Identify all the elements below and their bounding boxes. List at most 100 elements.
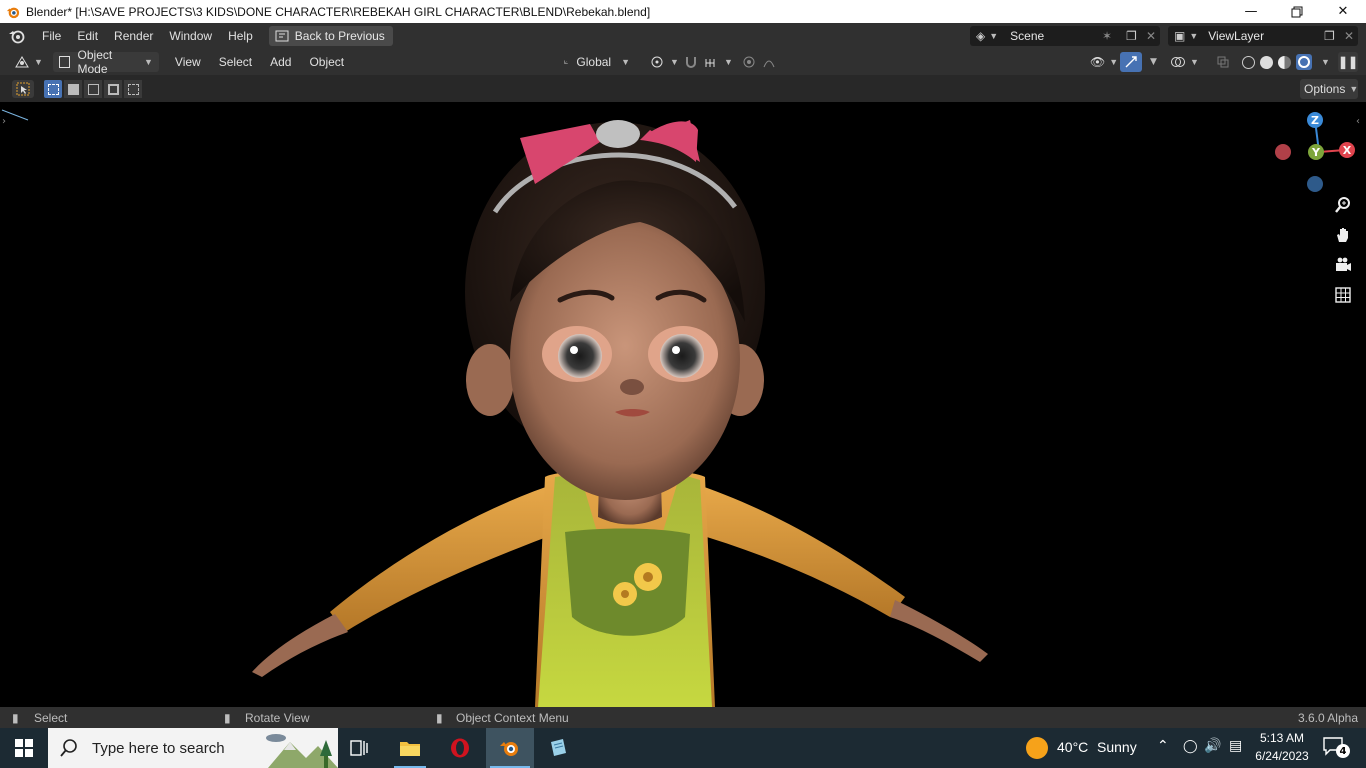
sidebar-toggle[interactable]: ❚❚ [1338, 52, 1358, 72]
menu-window[interactable]: Window [161, 25, 220, 47]
clock-date[interactable]: 6/24/2023 [1252, 749, 1312, 763]
restore-button[interactable] [1274, 0, 1320, 23]
gizmo-y-axis[interactable]: Y [1308, 144, 1324, 160]
task-view-button[interactable] [336, 728, 384, 768]
sidebar-expand-icon[interactable]: ‹ [1356, 116, 1360, 127]
scene-selector[interactable]: ◈ ▼ Scene ✶ ❐ ✕ [970, 26, 1160, 46]
wireframe-shading-icon[interactable] [1242, 55, 1255, 69]
chevron-down-icon: ▼ [1189, 31, 1199, 41]
restore-icon [1291, 6, 1303, 17]
solid-shading-icon[interactable] [1260, 55, 1273, 69]
start-button[interactable] [0, 728, 48, 768]
weather-desc[interactable]: Sunny [1097, 739, 1137, 755]
status-context-menu: Object Context Menu [456, 710, 569, 725]
chevron-down-icon: ▼ [1190, 57, 1199, 67]
gizmo-z-axis[interactable]: Z [1307, 112, 1323, 128]
chevron-down-icon: ▼ [1321, 57, 1330, 67]
back-to-previous-button[interactable]: Back to Previous [268, 26, 393, 46]
blender-taskbar-button[interactable] [486, 728, 534, 768]
view-layer-selector[interactable]: ▣ ▼ ViewLayer ❐ ✕ [1168, 26, 1358, 46]
sun-icon[interactable] [1026, 737, 1048, 759]
app-taskbar-button[interactable] [534, 728, 582, 768]
volume-icon[interactable]: 🔊 [1204, 738, 1221, 754]
active-tool-button[interactable] [12, 80, 34, 98]
weather-temp[interactable]: 40°C [1057, 739, 1088, 755]
camera-view-button[interactable] [1332, 254, 1354, 276]
falloff-curve-icon [763, 60, 775, 68]
proportional-edit-icon [743, 56, 755, 68]
transform-orientation-selector[interactable]: Global ▼ [558, 52, 636, 72]
clock-time[interactable]: 5:13 AM [1258, 731, 1306, 745]
intersect-selection-icon[interactable] [124, 80, 142, 98]
menu-select[interactable]: Select [213, 52, 258, 72]
hand-icon [1337, 228, 1348, 242]
eye-icon: 👁 [1090, 55, 1106, 69]
blender-taskbar-icon [500, 742, 518, 756]
opera-icon [451, 738, 469, 758]
pin-icon[interactable]: ✶ [1102, 29, 1112, 43]
gizmo-toggle[interactable] [1120, 52, 1142, 72]
task-view-icon [350, 740, 368, 756]
character-render [1, 109, 988, 707]
notification-badge: 4 [1336, 744, 1350, 758]
opera-button[interactable] [436, 728, 484, 768]
meet-now-icon[interactable]: ◯ [1183, 739, 1198, 754]
menu-edit[interactable]: Edit [69, 25, 106, 47]
menu-view[interactable]: View [169, 52, 207, 72]
mode-selector[interactable]: Object Mode ▼ [52, 48, 159, 76]
subtract-selection-icon[interactable] [84, 80, 102, 98]
gizmo-icon [1125, 56, 1137, 68]
new-scene-icon[interactable]: ❐ [1126, 29, 1137, 43]
selection-mode-group [44, 80, 142, 98]
set-selection-icon[interactable] [44, 80, 62, 98]
scene-icon: ◈ [976, 29, 986, 43]
pan-button[interactable] [1332, 224, 1354, 246]
3d-viewport[interactable]: Z Y X › ‹ [0, 102, 1366, 707]
perspective-toggle-button[interactable] [1332, 284, 1354, 306]
blender-menu-button[interactable] [0, 25, 34, 47]
notification-center-button[interactable]: 4 [1322, 736, 1352, 760]
taskbar-search[interactable]: Type here to search [48, 728, 338, 768]
xray-toggle[interactable] [1210, 52, 1236, 72]
chevron-up-icon[interactable]: ⌃ [1157, 738, 1169, 754]
extend-selection-icon[interactable] [64, 80, 82, 98]
editor-type-button[interactable]: ▼ [8, 52, 49, 72]
scene-name: Scene [1010, 29, 1045, 43]
viewport-header: ▼ Object Mode ▼ View Select Add Object G… [0, 48, 1366, 76]
options-dropdown[interactable]: Options ▼ [1300, 79, 1358, 99]
chevron-down-icon: ▼ [989, 31, 999, 41]
pivot-icon [651, 56, 663, 68]
menu-add[interactable]: Add [264, 52, 297, 72]
invert-selection-icon[interactable] [104, 80, 122, 98]
menu-help[interactable]: Help [220, 25, 261, 47]
zoom-button[interactable] [1332, 194, 1354, 216]
menu-render[interactable]: Render [106, 25, 161, 47]
snap-increment-icon [705, 59, 715, 67]
chevron-down-icon[interactable]: ▼ [1150, 57, 1157, 67]
rendered-shading-icon[interactable] [1296, 54, 1312, 70]
navigation-gizmo[interactable]: Z Y X [1270, 108, 1360, 198]
version-label: 3.6.0 Alpha [1297, 710, 1358, 725]
overlays-toggle[interactable]: ▼ [1164, 52, 1205, 72]
close-button[interactable]: ✕ [1320, 0, 1366, 23]
menu-object[interactable]: Object [303, 52, 350, 72]
status-rotate-view: Rotate View [245, 710, 310, 725]
view-layer-icon: ▣ [1174, 29, 1186, 43]
network-icon[interactable]: ▤ [1229, 738, 1242, 754]
gizmo-x-axis[interactable]: X [1339, 142, 1355, 158]
shading-mode-group[interactable]: ▼ [1236, 52, 1336, 72]
file-explorer-button[interactable] [386, 728, 434, 768]
chevron-down-icon: ▼ [621, 57, 630, 67]
snap-target-button[interactable]: ▼ [698, 52, 739, 72]
material-preview-shading-icon[interactable] [1278, 55, 1291, 69]
toolbar-expand-icon[interactable]: › [2, 116, 6, 127]
new-view-layer-icon[interactable]: ❐ [1324, 29, 1335, 43]
falloff-button[interactable] [756, 52, 788, 72]
minimize-button[interactable]: — [1228, 0, 1274, 23]
menu-file[interactable]: File [34, 25, 69, 47]
remove-view-layer-icon[interactable]: ✕ [1344, 29, 1354, 43]
selectability-visibility-button[interactable]: 👁 ▼ [1084, 52, 1124, 72]
xray-icon [1217, 56, 1229, 68]
remove-scene-icon[interactable]: ✕ [1146, 29, 1156, 43]
search-highlight-icon [266, 734, 338, 768]
